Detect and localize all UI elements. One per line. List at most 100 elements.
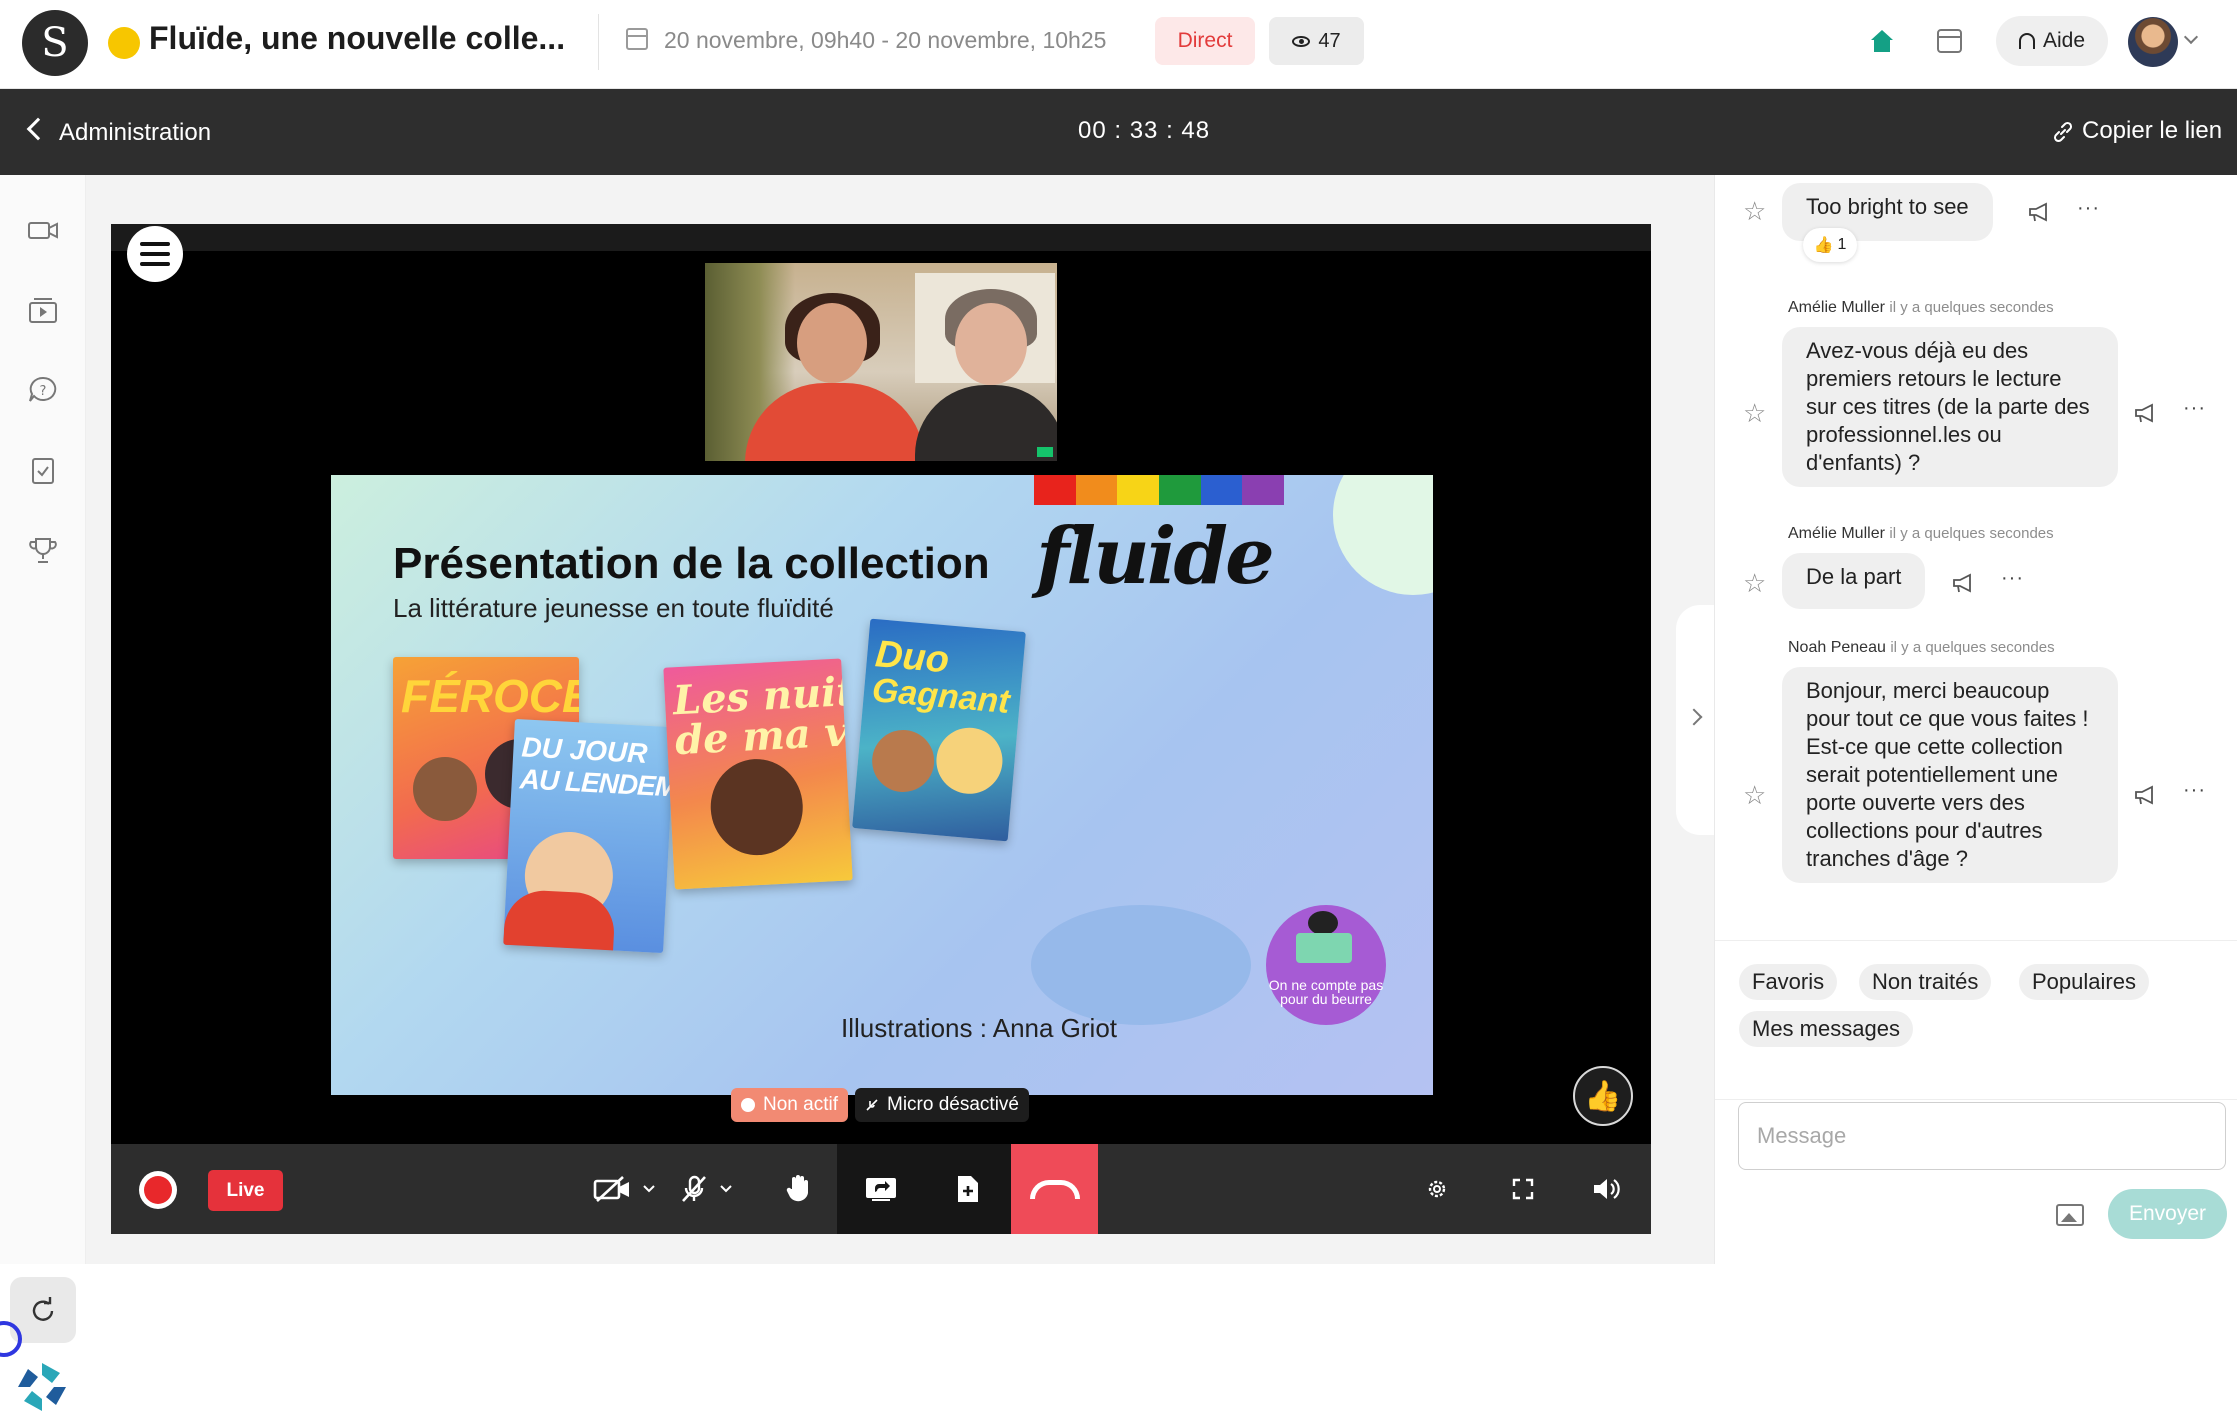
left-sidebar: ?: [0, 175, 86, 1411]
image-upload-icon[interactable]: [2056, 1204, 2084, 1226]
volume-button[interactable]: [1587, 1144, 1627, 1234]
record-button[interactable]: [139, 1171, 177, 1209]
question-bubble-icon[interactable]: ?: [27, 376, 59, 404]
stage-top-band: [111, 224, 1651, 251]
raised-hand-icon: [786, 1175, 808, 1202]
speaker-volume-icon: [1594, 1179, 1620, 1199]
brand-logo-icon: [18, 1363, 66, 1411]
session-bar: Administration 00 : 33 : 48 Copier le li…: [0, 89, 2237, 175]
rainbow-segment: [1242, 475, 1285, 505]
camera-off-button[interactable]: [591, 1144, 635, 1234]
gear-icon: [1428, 1180, 1446, 1198]
add-document-button[interactable]: [924, 1144, 1011, 1234]
send-message-button[interactable]: Envoyer: [2108, 1189, 2227, 1239]
message-time: il y a quelques secondes: [1889, 525, 2054, 542]
book-title: de ma vie: [673, 706, 853, 765]
thumbs-up-reaction-button[interactable]: 👍: [1573, 1066, 1633, 1126]
viewer-count: 47: [1318, 29, 1341, 52]
slide-decoration: [1031, 905, 1251, 1025]
book-illustration: [933, 725, 1006, 797]
more-options-icon[interactable]: ···: [2183, 779, 2206, 802]
speaker-2: [915, 385, 1057, 461]
divider: [598, 14, 599, 70]
message-meta: Amélie Muller il y a quelques secondes: [1788, 299, 2054, 317]
chat-message-bubble: De la part: [1782, 553, 1926, 609]
chevron-down-icon[interactable]: [2183, 29, 2199, 45]
video-stage: Présentation de la collection La littéra…: [111, 224, 1651, 1234]
settings-button[interactable]: [1417, 1144, 1457, 1234]
megaphone-icon[interactable]: [2027, 201, 2051, 223]
link-icon[interactable]: [2052, 121, 2074, 143]
book-cover: Les nuits de ma vie: [663, 658, 853, 890]
leave-call-button[interactable]: [1011, 1144, 1098, 1234]
mic-off-icon: [866, 1099, 878, 1111]
menu-icon-bar: [140, 242, 170, 246]
menu-icon-bar: [140, 252, 170, 256]
favorite-star-icon[interactable]: ☆: [1743, 570, 1767, 596]
message-meta: Amélie Muller il y a quelques secondes: [1788, 525, 2054, 543]
megaphone-icon[interactable]: [2133, 402, 2157, 424]
rainbow-stripe: [1034, 475, 1285, 505]
video-camera-icon[interactable]: [27, 216, 59, 244]
menu-icon-bar: [140, 262, 170, 266]
mic-disabled-label: Micro désactivé: [887, 1094, 1019, 1115]
favorite-star-icon[interactable]: ☆: [1743, 198, 1767, 224]
rainbow-segment: [1034, 475, 1076, 505]
chat-message-input[interactable]: [1738, 1102, 2226, 1170]
user-avatar[interactable]: [2128, 17, 2178, 67]
slide-sticker: On ne compte pas pour du beurre: [1266, 905, 1386, 1025]
filter-chip-favoris[interactable]: Favoris: [1739, 964, 1838, 1000]
mic-off-icon: [682, 1175, 706, 1202]
message-author: Amélie Muller: [1788, 299, 1885, 316]
megaphone-icon[interactable]: [1951, 572, 1975, 594]
app-logo[interactable]: S: [22, 10, 88, 76]
favorite-star-icon[interactable]: ☆: [1743, 400, 1767, 426]
refresh-icon: [32, 1297, 54, 1321]
calendar-icon: [626, 28, 648, 50]
help-button[interactable]: Aide: [1996, 16, 2108, 66]
more-options-icon[interactable]: ···: [2077, 197, 2100, 220]
filter-chip-non-traites[interactable]: Non traités: [1859, 964, 1992, 1000]
fullscreen-icon: [1512, 1178, 1534, 1200]
more-options-icon[interactable]: ···: [2001, 567, 2024, 590]
message-reaction[interactable]: 👍 1: [1803, 228, 1857, 262]
slide-brand-logo: fluide: [1036, 511, 1275, 602]
stage-menu-button[interactable]: [127, 226, 183, 282]
copy-link-button[interactable]: Copier le lien: [2082, 117, 2222, 145]
message-author: Noah Peneau: [1788, 639, 1886, 656]
schedule-icon[interactable]: [1937, 29, 1962, 53]
chat-message-bubble: Avez-vous déjà eu des premiers retours l…: [1782, 327, 2118, 487]
message-meta: Noah Peneau il y a quelques secondes: [1788, 639, 2055, 657]
more-options-icon[interactable]: ···: [2183, 397, 2206, 420]
event-date-range: 20 novembre, 09h40 - 20 novembre, 10h25: [664, 27, 1107, 53]
filter-chip-populaires[interactable]: Populaires: [2019, 964, 2149, 1000]
presentation-slide: Présentation de la collection La littéra…: [331, 475, 1433, 1095]
camera-options-dropdown[interactable]: [638, 1144, 660, 1234]
clipboard-check-icon[interactable]: [27, 456, 59, 484]
inactive-icon: [741, 1098, 755, 1112]
add-document-icon: [957, 1176, 978, 1202]
fullscreen-button[interactable]: [1503, 1144, 1543, 1234]
book-illustration: [708, 756, 806, 858]
camera-indicator: [1037, 447, 1053, 457]
filter-chip-mes-messages[interactable]: Mes messages: [1739, 1011, 1913, 1047]
back-to-administration-link[interactable]: Administration: [59, 119, 211, 147]
sticker-illustration: [1296, 933, 1352, 963]
favorite-star-icon[interactable]: ☆: [1743, 782, 1767, 808]
rainbow-segment: [1117, 475, 1160, 505]
mic-options-dropdown[interactable]: [715, 1144, 737, 1234]
megaphone-icon[interactable]: [2133, 784, 2157, 806]
rainbow-segment: [1159, 475, 1201, 505]
back-arrow-icon[interactable]: [26, 117, 50, 141]
chat-message-text: De la part: [1806, 564, 1902, 589]
top-bar: S Fluïde, une nouvelle colle... 20 novem…: [0, 0, 2237, 89]
collapse-chat-button[interactable]: [1676, 605, 1714, 835]
home-icon[interactable]: [1869, 28, 1895, 54]
go-live-button[interactable]: Live: [208, 1170, 283, 1211]
mic-off-button[interactable]: [676, 1144, 712, 1234]
raise-hand-button[interactable]: [779, 1144, 819, 1234]
media-library-icon[interactable]: [27, 296, 59, 324]
trophy-icon[interactable]: [27, 536, 59, 564]
share-screen-button[interactable]: [837, 1144, 924, 1234]
speaker-camera-feed: [705, 263, 1057, 461]
